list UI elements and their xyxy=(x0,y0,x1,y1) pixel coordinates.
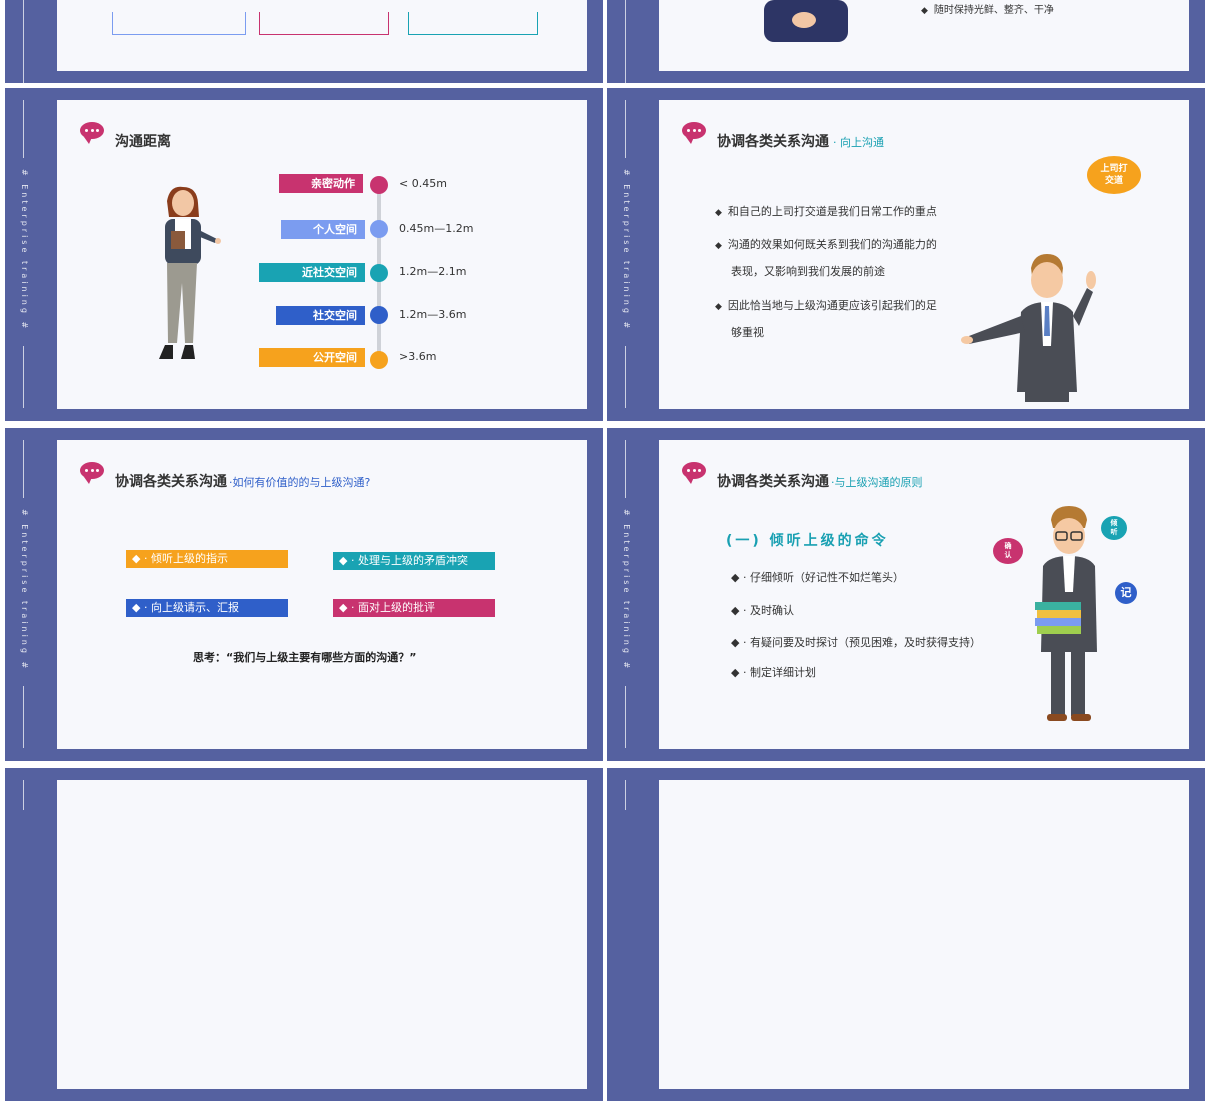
zone-label-social: 社交空间 xyxy=(276,306,365,325)
slide-card: 协调各类关系沟通 ·如何有价值的的与上级沟通? ◆ · 倾听上级的指示 ◆ · 处… xyxy=(57,440,587,749)
slide-subtitle: ·如何有价值的的与上级沟通? xyxy=(229,476,371,489)
slide-top-right[interactable]: ◆ 随时保持光鲜、整齐、干净 xyxy=(607,0,1205,83)
slide-card xyxy=(57,0,587,71)
slide-card xyxy=(57,780,587,1089)
zone-range-public: >3.6m xyxy=(399,350,437,363)
chat-bubble-icon xyxy=(80,462,104,484)
chat-bubble-icon xyxy=(682,122,706,144)
reflection-question: 思考：“我们与上级主要有哪些方面的沟通？” xyxy=(193,651,417,664)
zone-label-public: 公开空间 xyxy=(259,348,365,367)
slide-communication-distance[interactable]: # Enterprise training # 沟通距离 亲密动作 < 0.45… xyxy=(5,88,603,421)
slide-principles[interactable]: # Enterprise training # 协调各类关系沟通 ·与上级沟通的原… xyxy=(607,428,1205,761)
slide-bottom-left[interactable] xyxy=(5,768,603,1101)
bullet-item: 表现，又影响到我们发展的前途 xyxy=(731,265,885,278)
slide-subtitle: ·与上级沟通的原则 xyxy=(831,476,923,489)
zone-label-personal: 个人空间 xyxy=(281,220,365,239)
slide-card: ◆ 随时保持光鲜、整齐、干净 xyxy=(659,0,1189,71)
zone-dot-public xyxy=(370,351,388,369)
slide-title: 协调各类关系沟通 ·如何有价值的的与上级沟通? xyxy=(115,471,370,491)
section-heading: (一) 倾听上级的命令 xyxy=(726,533,889,549)
slide-title-text: 协调各类关系沟通 xyxy=(717,474,829,490)
frame-box-pink xyxy=(259,12,389,35)
zone-label-near-social: 近社交空间 xyxy=(259,263,365,282)
chat-bubble-icon xyxy=(80,122,104,144)
bullet-item: ◆ 因此恰当地与上级沟通更应该引起我们的足 xyxy=(715,299,937,312)
topic-box-listen: ◆ · 倾听上级的指示 xyxy=(126,550,288,568)
zone-range-social: 1.2m—3.6m xyxy=(399,308,467,321)
slide-upward-communication[interactable]: # Enterprise training # 协调各类关系沟通 · 向上沟通 ◆… xyxy=(607,88,1205,421)
speech-bubble-note: 记 xyxy=(1115,582,1137,604)
topic-box-report: ◆ · 向上级请示、汇报 xyxy=(126,599,288,617)
side-text: # Enterprise training # xyxy=(20,508,29,672)
businessman-legs xyxy=(1025,392,1069,402)
bullet-item: ◆ 沟通的效果如何既关系到我们的沟通能力的 xyxy=(715,238,937,251)
side-text: # Enterprise training # xyxy=(20,168,29,332)
man-with-books-illustration xyxy=(1035,506,1097,721)
topic-box-criticism: ◆ · 面对上级的批评 xyxy=(333,599,495,617)
chat-bubble-icon xyxy=(682,462,706,484)
slide-title-text: 协调各类关系沟通 xyxy=(115,474,227,490)
speech-bubble-confirm: 确认 xyxy=(993,538,1023,564)
slide-subtitle: · 向上沟通 xyxy=(833,136,884,149)
slide-card: 协调各类关系沟通 · 向上沟通 ◆ 和自己的上司打交道是我们日常工作的重点 ◆ 沟通的… xyxy=(659,100,1189,409)
side-text: # Enterprise training # xyxy=(622,168,631,332)
zone-dot-near-social xyxy=(370,264,388,282)
frame-box-teal xyxy=(408,12,538,35)
bullet-item: ◆ · 仔细倾听（好记性不如烂笔头） xyxy=(731,571,904,584)
slide-title: 协调各类关系沟通 · 向上沟通 xyxy=(717,131,884,151)
zone-range-near-social: 1.2m—2.1m xyxy=(399,265,467,278)
slide-card: 协调各类关系沟通 ·与上级沟通的原则 (一) 倾听上级的命令 ◆ · 仔细倾听（好… xyxy=(659,440,1189,749)
bullet-item: ◆ · 及时确认 xyxy=(731,604,794,617)
slide-title: 沟通距离 xyxy=(115,134,171,150)
side-text: # Enterprise training # xyxy=(622,508,631,672)
slide-title: 协调各类关系沟通 ·与上级沟通的原则 xyxy=(717,471,923,491)
zone-dot-personal xyxy=(370,220,388,238)
zone-range-personal: 0.45m—1.2m xyxy=(399,222,474,235)
slide-card xyxy=(659,780,1189,1089)
woman-illustration xyxy=(159,186,221,359)
topic-box-conflict: ◆ · 处理与上级的矛盾冲突 xyxy=(333,552,495,570)
bullet-item: ◆ 和自己的上司打交道是我们日常工作的重点 xyxy=(715,205,937,218)
slide-title-text: 协调各类关系沟通 xyxy=(717,134,829,150)
zone-dot-intimate xyxy=(370,176,388,194)
bullet-item: ◆ 随时保持光鲜、整齐、干净 xyxy=(921,5,1054,16)
frame-box-blue xyxy=(112,12,246,35)
zone-dot-social xyxy=(370,306,388,324)
businessman-illustration xyxy=(961,254,1096,392)
zone-label-intimate: 亲密动作 xyxy=(279,174,363,193)
bullet-item: ◆ · 有疑问要及时探讨（预见困难，及时获得支持） xyxy=(731,636,981,649)
slide-valuable-communication[interactable]: # Enterprise training # 协调各类关系沟通 ·如何有价值的的… xyxy=(5,428,603,761)
businessman-illustration xyxy=(764,0,848,42)
slide-card: 沟通距离 亲密动作 < 0.45m 个人空间 0.45m—1.2m 近社交空间 … xyxy=(57,100,587,409)
bullet-item: ◆ · 制定详细计划 xyxy=(731,666,816,679)
slide-top-left[interactable] xyxy=(5,0,603,83)
slide-bottom-right[interactable] xyxy=(607,768,1205,1101)
bullet-item: 够重视 xyxy=(731,326,764,339)
zone-range-intimate: < 0.45m xyxy=(399,177,447,190)
